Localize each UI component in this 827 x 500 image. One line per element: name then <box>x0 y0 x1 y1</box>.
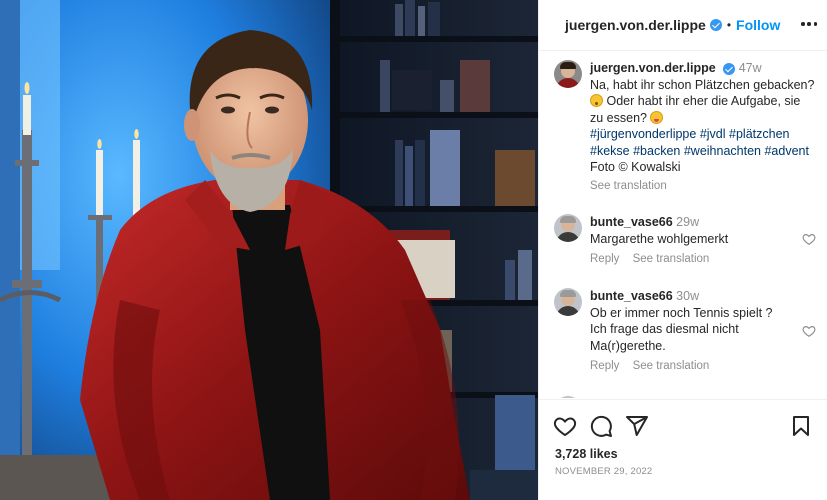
caption-line-1: Na, habt ihr schon Plätzchen gebacken? <box>590 77 815 92</box>
comment-body: Ob er immer noch Tennis spielt ? Ich fra… <box>590 305 773 353</box>
comment-age: 29w <box>676 215 700 229</box>
separator-dot: • <box>726 18 732 32</box>
action-bar <box>553 414 815 440</box>
post-date: NOVEMBER 29, 2022 <box>555 466 653 477</box>
comment-age: 30w <box>676 289 700 303</box>
hashtag[interactable]: #plätzchen <box>729 127 789 141</box>
comment-username[interactable]: bunte_vase66 <box>590 215 673 229</box>
caption-age: 47w <box>738 61 762 75</box>
verified-badge-icon <box>723 62 736 75</box>
hashtag[interactable]: #advent <box>764 144 808 158</box>
caption: juergen.von.der.lippe 47w Na, habt ihr s… <box>554 60 816 192</box>
post-header: juergen.von.der.lippe • Follow <box>539 0 827 51</box>
heart-icon[interactable] <box>802 324 816 338</box>
comment-username[interactable]: bunte_vase66 <box>590 289 673 303</box>
reply-button[interactable]: Reply <box>590 253 619 265</box>
caption-text: juergen.von.der.lippe 47w Na, habt ihr s… <box>590 60 816 176</box>
post-image <box>0 0 538 500</box>
comment-item: bunte_vase66 29w Margarethe wohlgemerkt … <box>554 214 816 265</box>
flushed-emoji-icon <box>590 94 603 107</box>
tongue-emoji-icon <box>650 110 664 124</box>
comment-age: 45w <box>676 397 699 398</box>
post-footer: 3,728 likes NOVEMBER 29, 2022 <box>539 399 827 500</box>
verified-badge-icon <box>709 19 722 31</box>
heart-icon[interactable] <box>553 414 577 438</box>
bookmark-icon[interactable] <box>789 414 813 438</box>
comment-item: bunte_vase66 30w Ob er immer noch Tennis… <box>554 288 816 372</box>
hashtag[interactable]: #kekse <box>590 144 630 158</box>
see-translation-link[interactable]: See translation <box>633 253 710 265</box>
caption-username[interactable]: juergen.von.der.lippe <box>590 61 716 75</box>
comment-text: bunte_vase66 29w Margarethe wohlgemerkt <box>590 214 816 247</box>
comment-text: bunte_vase66 30w Ob er immer noch Tennis… <box>590 288 790 354</box>
comments-list[interactable]: juergen.von.der.lippe 47w Na, habt ihr s… <box>539 52 827 398</box>
likes-count[interactable]: 3,728 likes <box>555 447 618 461</box>
heart-icon[interactable] <box>802 232 816 246</box>
avatar[interactable] <box>554 60 582 88</box>
more-options-icon[interactable] <box>801 16 817 32</box>
avatar[interactable] <box>554 396 582 398</box>
see-translation-link[interactable]: See translation <box>590 180 667 192</box>
comment-item-partial: bunte_vase66 45w <box>554 396 816 398</box>
reply-button[interactable]: Reply <box>590 360 619 372</box>
comment-username[interactable]: bunte_vase66 <box>590 397 673 398</box>
post-sidebar: juergen.von.der.lippe • Follow juergen.v… <box>538 0 827 500</box>
comment-icon[interactable] <box>589 414 613 438</box>
comment-text: bunte_vase66 45w <box>590 396 816 398</box>
share-icon[interactable] <box>625 414 649 438</box>
avatar[interactable] <box>554 288 582 316</box>
post-photo[interactable] <box>0 0 538 500</box>
comment-body: Margarethe wohlgemerkt <box>590 231 729 246</box>
hashtag[interactable]: #backen <box>633 144 680 158</box>
see-translation-link[interactable]: See translation <box>633 360 710 372</box>
photo-credit: Foto © Kowalski <box>590 160 681 174</box>
follow-button[interactable]: Follow <box>736 17 780 33</box>
hashtag[interactable]: #weihnachten <box>684 144 761 158</box>
hashtag[interactable]: #jürgenvonderlippe <box>590 127 696 141</box>
caption-line-2: Oder habt ihr eher die Aufgabe, sie zu e… <box>590 94 801 125</box>
hashtag[interactable]: #jvdl <box>700 127 726 141</box>
post-author-username[interactable]: juergen.von.der.lippe <box>565 17 706 33</box>
avatar[interactable] <box>554 214 582 242</box>
